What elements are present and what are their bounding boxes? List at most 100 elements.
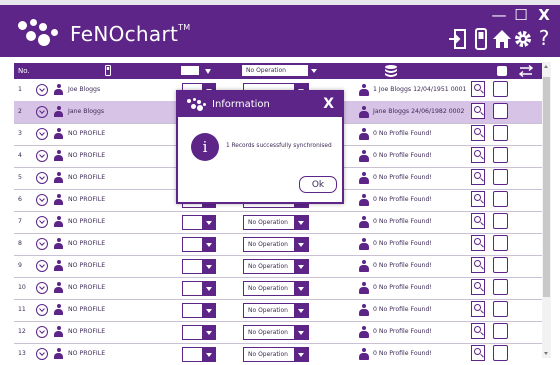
expand-chevron-icon[interactable]	[36, 194, 48, 206]
operation-select[interactable]: No Operation	[243, 259, 309, 274]
user-icon	[54, 172, 63, 183]
close-button[interactable]: X	[536, 8, 552, 23]
home-icon[interactable]	[492, 28, 512, 50]
scrollbar-thumb[interactable]	[543, 77, 550, 297]
chevron-down-icon[interactable]	[298, 264, 304, 269]
checkbox-dropdown[interactable]	[182, 303, 216, 318]
search-icon[interactable]	[471, 235, 485, 251]
database-icon	[385, 65, 397, 77]
logout-icon[interactable]	[448, 28, 468, 50]
search-icon[interactable]	[471, 279, 485, 295]
row-checkbox[interactable]	[493, 345, 508, 361]
row-checkbox[interactable]	[493, 191, 508, 207]
expand-chevron-icon[interactable]	[36, 304, 48, 316]
matched-record: 0 No Profile Found!	[373, 350, 432, 357]
chevron-down-icon[interactable]	[298, 352, 304, 357]
table-row[interactable]: 12 NO PROFILE No Operation 0 No Profile Fou…	[14, 321, 542, 344]
operation-select[interactable]: No Operation	[243, 281, 309, 296]
search-icon[interactable]	[471, 125, 485, 141]
row-checkbox[interactable]	[493, 103, 508, 119]
chevron-down-icon[interactable]	[298, 286, 304, 291]
select-all-checkbox[interactable]	[497, 66, 507, 76]
chevron-down-icon[interactable]	[205, 69, 211, 74]
settings-icon[interactable]	[513, 28, 533, 50]
table-row[interactable]: 13 NO PROFILE No Operation 0 No Profile Fou…	[14, 343, 542, 365]
dialog-close-button[interactable]: X	[323, 96, 334, 112]
chevron-down-icon[interactable]	[298, 220, 304, 225]
expand-chevron-icon[interactable]	[36, 84, 48, 96]
checkbox-dropdown[interactable]	[182, 347, 216, 362]
expand-chevron-icon[interactable]	[36, 348, 48, 360]
checkbox-dropdown[interactable]	[182, 325, 216, 340]
expand-chevron-icon[interactable]	[36, 326, 48, 338]
row-checkbox[interactable]	[493, 125, 508, 141]
search-icon[interactable]	[471, 81, 485, 97]
expand-chevron-icon[interactable]	[36, 128, 48, 140]
help-icon[interactable]: ?	[536, 27, 552, 49]
search-icon[interactable]	[471, 191, 485, 207]
minimize-button[interactable]: —	[491, 8, 507, 23]
search-icon[interactable]	[471, 323, 485, 339]
checkbox-dropdown[interactable]	[182, 237, 216, 252]
chevron-down-icon[interactable]	[298, 242, 304, 247]
expand-chevron-icon[interactable]	[36, 172, 48, 184]
search-icon[interactable]	[471, 103, 485, 119]
user-icon	[54, 106, 63, 117]
search-icon[interactable]	[471, 147, 485, 163]
row-checkbox[interactable]	[493, 213, 508, 229]
chevron-down-icon[interactable]	[205, 308, 212, 313]
chevron-down-icon[interactable]	[298, 308, 304, 313]
chevron-down-icon[interactable]	[205, 220, 212, 225]
user-icon	[54, 260, 63, 271]
search-icon[interactable]	[471, 257, 485, 273]
operation-select[interactable]: No Operation	[243, 347, 309, 362]
expand-chevron-icon[interactable]	[36, 216, 48, 228]
checkbox-dropdown[interactable]	[182, 215, 216, 230]
user-icon	[54, 128, 63, 139]
maximize-button[interactable]: ☐	[513, 8, 529, 23]
search-icon[interactable]	[471, 213, 485, 229]
chevron-down-icon[interactable]	[205, 352, 212, 357]
row-checkbox[interactable]	[493, 235, 508, 251]
row-checkbox[interactable]	[493, 323, 508, 339]
operation-filter-select[interactable]: No Operation	[242, 65, 320, 76]
row-checkbox[interactable]	[493, 301, 508, 317]
table-row[interactable]: 11 NO PROFILE No Operation 0 No Profile Fou…	[14, 299, 542, 322]
ok-button[interactable]: Ok	[299, 176, 337, 193]
table-row[interactable]: 8 NO PROFILE No Operation 0 No Profile Foun…	[14, 233, 542, 256]
expand-chevron-icon[interactable]	[36, 106, 48, 118]
table-row[interactable]: 10 NO PROFILE No Operation 0 No Profile Fou…	[14, 277, 542, 300]
filter-checkbox-dropdown[interactable]	[181, 66, 199, 75]
scroll-down-arrow-icon[interactable]	[542, 349, 551, 358]
chevron-down-icon[interactable]	[205, 242, 212, 247]
operation-select[interactable]: No Operation	[243, 237, 309, 252]
checkbox-dropdown[interactable]	[182, 259, 216, 274]
operation-select[interactable]: No Operation	[243, 303, 309, 318]
checkbox-dropdown[interactable]	[182, 281, 216, 296]
expand-chevron-icon[interactable]	[36, 238, 48, 250]
row-checkbox[interactable]	[493, 81, 508, 97]
chevron-down-icon[interactable]	[205, 264, 212, 269]
chevron-down-icon[interactable]	[205, 286, 212, 291]
operation-select[interactable]: No Operation	[243, 215, 309, 230]
chevron-down-icon[interactable]	[205, 330, 212, 335]
expand-chevron-icon[interactable]	[36, 260, 48, 272]
device-icon[interactable]	[471, 28, 491, 50]
search-icon[interactable]	[471, 301, 485, 317]
table-row[interactable]: 9 NO PROFILE No Operation 0 No Profile Foun…	[14, 255, 542, 278]
chevron-down-icon[interactable]	[298, 330, 304, 335]
operation-select[interactable]: No Operation	[243, 325, 309, 340]
row-checkbox[interactable]	[493, 147, 508, 163]
expand-chevron-icon[interactable]	[36, 282, 48, 294]
expand-chevron-icon[interactable]	[36, 150, 48, 162]
operation-select-value: No Operation	[248, 351, 288, 358]
row-checkbox[interactable]	[493, 169, 508, 185]
search-icon[interactable]	[471, 169, 485, 185]
scroll-up-arrow-icon[interactable]	[542, 62, 551, 71]
row-checkbox[interactable]	[493, 257, 508, 273]
search-icon[interactable]	[471, 345, 485, 361]
sort-arrows-icon[interactable]	[519, 65, 533, 77]
table-row[interactable]: 7 NO PROFILE No Operation 0 No Profile Foun…	[14, 211, 542, 234]
row-checkbox[interactable]	[493, 279, 508, 295]
vertical-scrollbar[interactable]	[542, 62, 551, 358]
